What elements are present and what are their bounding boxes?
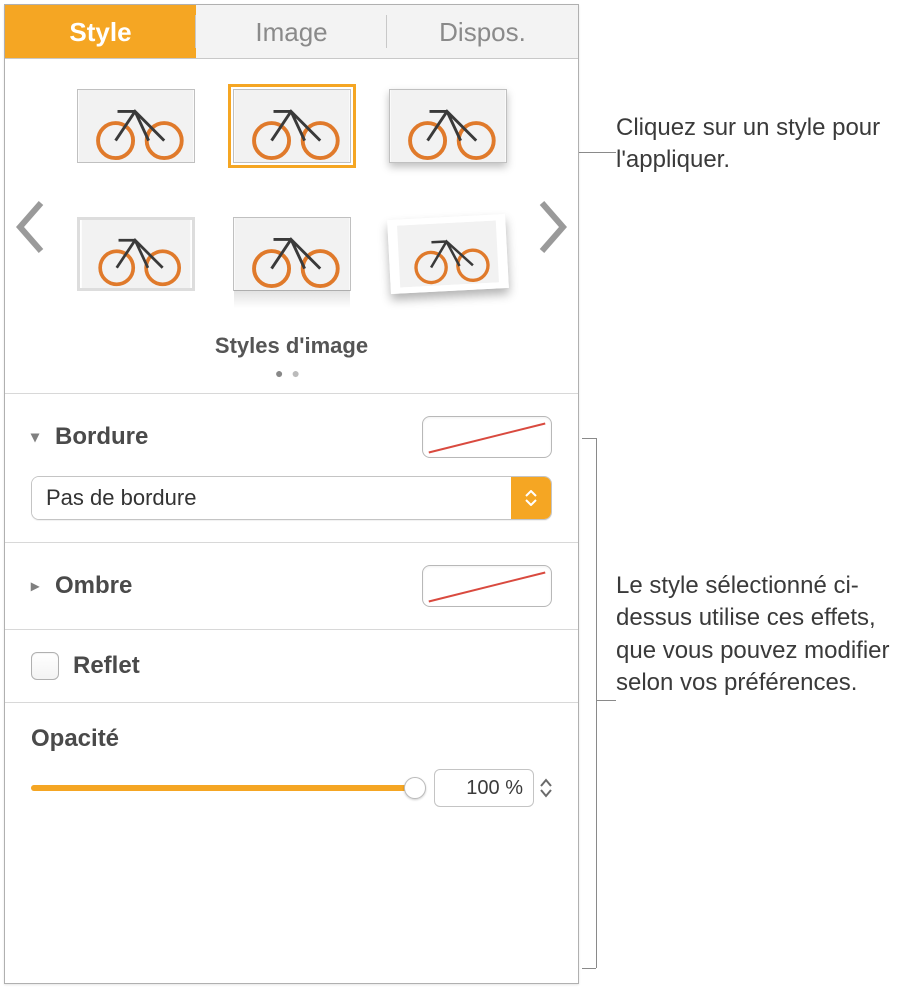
border-label: Bordure [55,423,148,451]
opacity-label: Opacité [31,725,552,753]
opacity-section: Opacité 100 % [5,702,578,829]
styles-next-page[interactable] [536,209,572,245]
border-dropdown-value: Pas de bordure [32,477,511,519]
shadow-section: ▸ Ombre [5,542,578,629]
format-tabs: Style Image Dispos. [5,5,578,59]
dropdown-arrows-icon [511,477,551,519]
tab-dispos[interactable]: Dispos. [387,5,578,58]
shadow-disclosure[interactable]: ▸ Ombre [31,572,132,600]
format-panel: Style Image Dispos. Styles d'image ●● [4,4,579,984]
reflection-checkbox[interactable] [31,652,59,680]
chevron-down-icon: ▾ [31,427,45,447]
border-disclosure[interactable]: ▾ Bordure [31,423,148,451]
image-styles-title: Styles d'image [17,333,566,359]
border-type-dropdown[interactable]: Pas de bordure [31,476,552,520]
callout-bracket [596,438,597,968]
stepper-up[interactable] [540,778,552,788]
callout-bracket [582,968,596,969]
callout-effects: Le style sélectionné ci-dessus utilise c… [616,570,906,700]
callout-bracket [596,700,616,701]
style-thumb-1[interactable] [77,89,195,163]
style-thumb-6[interactable] [387,214,509,294]
style-thumb-2[interactable] [233,89,351,163]
shadow-swatch-none[interactable] [422,565,552,607]
style-thumb-3[interactable] [389,89,507,163]
callout-apply-style: Cliquez sur un style pour l'appliquer. [616,112,896,177]
slider-fill [31,785,416,791]
border-section: ▾ Bordure Pas de bordure [5,393,578,542]
reflection-label: Reflet [73,652,140,680]
chevron-right-icon: ▸ [31,576,45,596]
tab-style-label: Style [69,17,131,47]
shadow-label: Ombre [55,572,132,600]
tab-style[interactable]: Style [5,5,196,58]
opacity-value-field[interactable]: 100 % [434,769,534,807]
page-dots[interactable]: ●● [17,365,566,381]
border-swatch-none[interactable] [422,416,552,458]
style-thumb-5[interactable] [233,217,351,291]
slider-thumb[interactable] [404,777,426,799]
opacity-stepper: 100 % [434,769,552,807]
style-thumbnails [17,89,566,307]
tab-image-label: Image [255,17,327,47]
tab-dispos-label: Dispos. [439,17,526,47]
opacity-slider[interactable] [31,778,416,798]
style-thumb-4[interactable] [77,217,195,291]
callout-bracket [582,438,596,439]
reflection-section: Reflet [5,629,578,702]
stepper-down[interactable] [540,788,552,798]
tab-image[interactable]: Image [196,5,387,58]
image-styles-area: Styles d'image ●● [5,59,578,393]
stepper-arrows [540,769,552,807]
styles-prev-page[interactable] [11,209,47,245]
